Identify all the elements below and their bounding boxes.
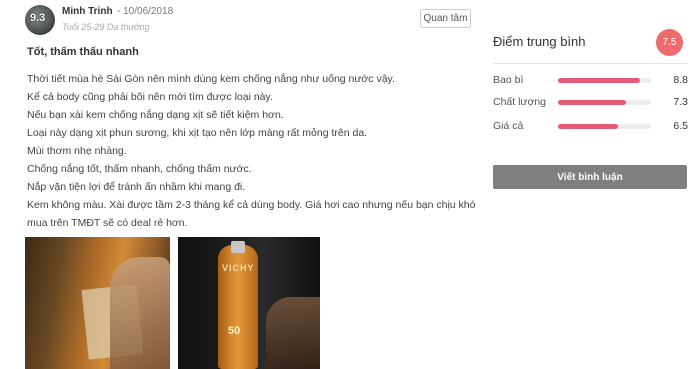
review-line: Chống nắng tốt, thấm nhanh, chống thấm n…: [27, 163, 252, 175]
rating-bar-track: [558, 78, 651, 83]
review-line: Nắp vặn tiện lợi để tránh ấn nhầm khi ma…: [27, 181, 246, 193]
review-photo-1[interactable]: [25, 237, 170, 369]
review-line: Mùi thơm nhẹ nhàng.: [27, 145, 127, 157]
author-name[interactable]: Minh Trinh: [62, 6, 113, 17]
review-body: Thời tiết mùa hè Sài Gòn nên mình dùng k…: [27, 70, 479, 232]
review-line: Loại này dạng xịt phun sương, khi xịt tạ…: [27, 127, 368, 139]
rating-row-price: Giá cả 6.5: [493, 120, 688, 134]
review-photo-2[interactable]: VICHY 50: [178, 237, 320, 369]
review-line: Thời tiết mùa hè Sài Gòn nên mình dùng k…: [27, 73, 395, 85]
review-card: 9.3 Minh Trinh - 10/06/2018 Tuổi 25-29 D…: [0, 0, 482, 369]
rating-value: 6.5: [673, 120, 688, 132]
rating-value: 8.8: [673, 74, 688, 86]
summary-title: Điểm trung bình: [493, 34, 586, 49]
rating-row-quality: Chất lượng 7.3: [493, 96, 688, 110]
bottle-brand: VICHY: [222, 263, 255, 273]
bottle-spf: 50: [228, 325, 241, 337]
review-line: Nếu bạn xài kem chống nắng dạng xịt sẽ t…: [27, 109, 284, 121]
divider: [493, 63, 687, 64]
review-line: Kể cả body cũng phải bôi nên mới tìm đượ…: [27, 91, 273, 103]
hand: [266, 297, 320, 369]
overall-score-badge: 7.5: [656, 29, 683, 56]
bottle-cap: [231, 241, 245, 253]
rating-bar-fill: [558, 124, 619, 129]
rating-row-packaging: Bao bì 8.8: [493, 74, 688, 88]
hand: [110, 257, 170, 369]
rating-summary: Điểm trung bình 7.5 Bao bì 8.8 Chất lượn…: [482, 0, 696, 369]
rating-bar-track: [558, 124, 651, 129]
rating-bar-track: [558, 100, 651, 105]
follow-button[interactable]: Quan tâm: [420, 9, 471, 28]
rating-value: 7.3: [673, 96, 688, 108]
rating-label: Giá cả: [493, 120, 524, 132]
avatar[interactable]: 9.3: [25, 5, 55, 35]
author-meta: Tuổi 25-29 Da thường: [62, 22, 150, 32]
review-line: Kem không màu. Xài được tầm 2-3 tháng kể…: [27, 199, 476, 229]
review-date: - 10/06/2018: [117, 6, 174, 17]
rating-label: Chất lượng: [493, 96, 547, 108]
review-title: Tốt, thấm thấu nhanh: [27, 46, 139, 58]
avatar-score: 9.3: [30, 12, 46, 24]
rating-label: Bao bì: [493, 74, 524, 86]
rating-bar-fill: [558, 78, 640, 83]
write-review-button[interactable]: Viết bình luận: [493, 165, 687, 189]
rating-bar-fill: [558, 100, 626, 105]
